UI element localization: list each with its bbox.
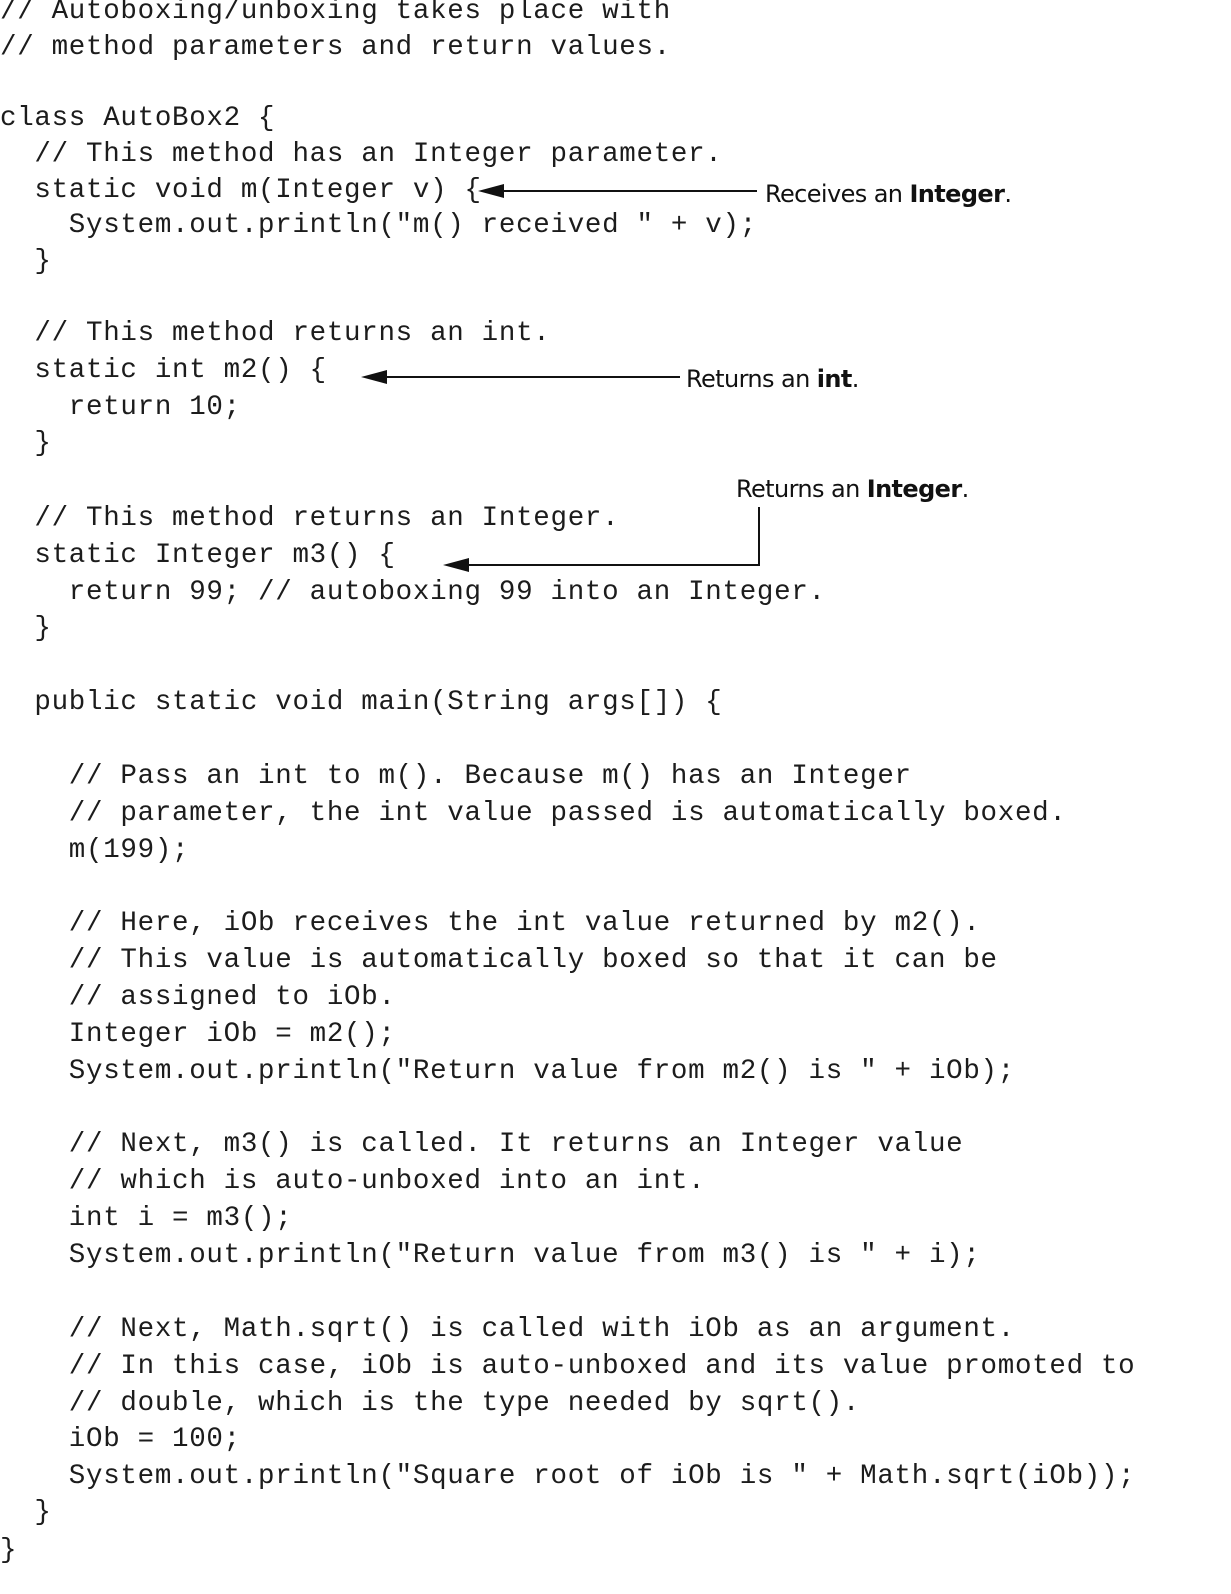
code-line-2: // method parameters and return values.	[0, 32, 671, 63]
code-line-37: // Next, Math.sqrt() is called with iOb …	[0, 1314, 1015, 1345]
code-line-7: System.out.println("m() received " + v);	[0, 210, 757, 241]
annotation-bold-type: Integer	[909, 180, 1005, 208]
code-line-16: static Integer m3() {	[0, 540, 396, 571]
code-line-20: public static void main(String args[]) {	[0, 687, 723, 718]
returns-int-arrow	[361, 370, 680, 384]
code-line-39: // double, which is the type needed by s…	[0, 1388, 861, 1419]
code-line-43: }	[0, 1535, 18, 1566]
code-line-11: static int m2() {	[0, 355, 327, 386]
annotation-returns-integer: Returns an Integer.	[736, 474, 969, 504]
code-line-13: }	[0, 428, 52, 459]
code-line-41: System.out.println("Square root of iOb i…	[0, 1461, 1136, 1492]
code-line-32: // Next, m3() is called. It returns an I…	[0, 1129, 964, 1160]
annotation-receives-integer: Receives an Integer.	[765, 179, 1012, 209]
code-line-6: static void m(Integer v) {	[0, 175, 482, 206]
code-line-12: return 10;	[0, 392, 241, 423]
annotation-period: .	[961, 475, 970, 503]
code-line-24: m(199);	[0, 835, 190, 866]
code-line-22: // Pass an int to m(). Because m() has a…	[0, 761, 912, 792]
code-line-15: // This method returns an Integer.	[0, 503, 620, 534]
code-line-4: class AutoBox2 {	[0, 103, 276, 134]
code-line-10: // This method returns an int.	[0, 318, 551, 349]
code-line-5: // This method has an Integer parameter.	[0, 139, 723, 170]
code-line-40: iOb = 100;	[0, 1424, 241, 1455]
code-line-28: // assigned to iOb.	[0, 982, 396, 1013]
annotation-returns-int: Returns an int.	[686, 364, 859, 394]
code-line-30: System.out.println("Return value from m2…	[0, 1056, 1015, 1087]
code-line-8: }	[0, 246, 52, 277]
annotation-text: Returns an	[736, 475, 867, 503]
code-line-17: return 99; // autoboxing 99 into an Inte…	[0, 577, 826, 608]
code-line-18: }	[0, 613, 52, 644]
code-line-27: // This value is automatically boxed so …	[0, 945, 998, 976]
code-line-1: // Autoboxing/unboxing takes place with	[0, 0, 671, 27]
code-line-34: int i = m3();	[0, 1203, 293, 1234]
code-line-29: Integer iOb = m2();	[0, 1019, 396, 1050]
code-line-26: // Here, iOb receives the int value retu…	[0, 908, 981, 939]
receives-integer-arrow	[478, 184, 757, 198]
code-line-33: // which is auto-unboxed into an int.	[0, 1166, 706, 1197]
annotation-period: .	[851, 365, 860, 393]
annotation-text: Receives an	[765, 180, 910, 208]
code-line-38: // In this case, iOb is auto-unboxed and…	[0, 1351, 1136, 1382]
annotation-bold-type: int	[816, 365, 853, 393]
annotation-bold-type: Integer	[866, 475, 962, 503]
code-line-23: // parameter, the int value passed is au…	[0, 798, 1067, 829]
code-line-35: System.out.println("Return value from m3…	[0, 1240, 981, 1271]
annotation-text: Returns an	[686, 365, 817, 393]
code-line-42: }	[0, 1497, 52, 1528]
annotation-period: .	[1004, 180, 1012, 208]
